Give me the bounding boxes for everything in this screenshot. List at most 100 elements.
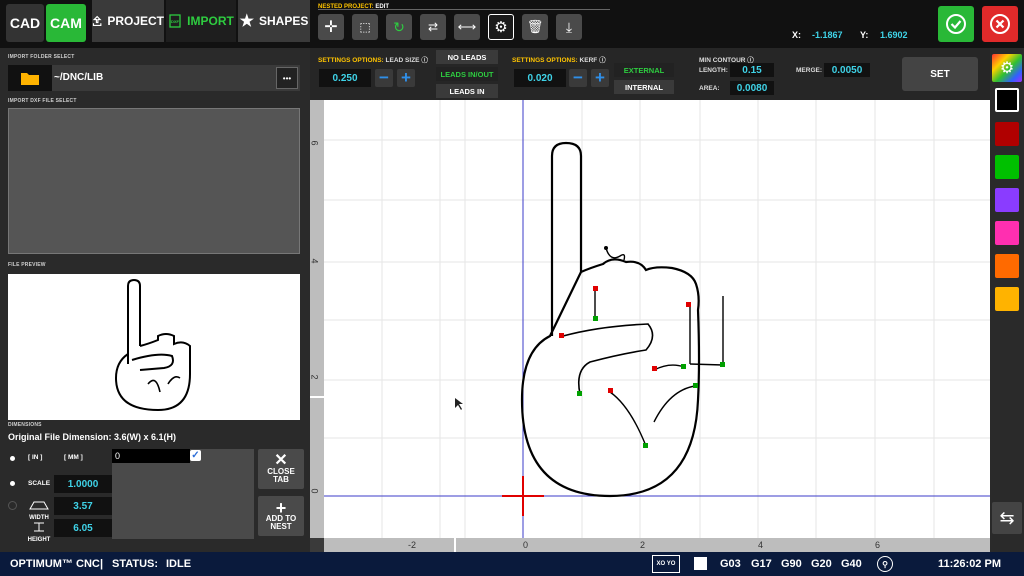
- cancel-button[interactable]: [982, 6, 1018, 42]
- tab-shapes[interactable]: ★ SHAPES: [238, 0, 310, 42]
- width-radio[interactable]: [8, 501, 17, 510]
- more-options-button[interactable]: •••: [276, 67, 298, 89]
- app-name: OPTIMUM™ CNC: [10, 558, 100, 570]
- kerf-increment-button[interactable]: +: [591, 68, 609, 87]
- minus-icon: −: [379, 68, 389, 87]
- folder-button[interactable]: [8, 65, 52, 91]
- plus-icon: +: [275, 498, 287, 518]
- width-input[interactable]: 3.57: [54, 497, 112, 515]
- download-button[interactable]: ⤓: [556, 14, 582, 40]
- lead-size-decrement-button[interactable]: −: [375, 68, 393, 87]
- leads-in-option[interactable]: LEADS IN: [436, 84, 498, 98]
- cam-mode-button[interactable]: CAM: [46, 4, 86, 42]
- gcode-g90: G90: [781, 558, 802, 570]
- close-tab-button[interactable]: ✕ CLOSE TAB: [258, 449, 304, 489]
- confirm-button[interactable]: [938, 6, 974, 42]
- color-swatch-pink[interactable]: [995, 221, 1019, 245]
- delete-button[interactable]: 🗑: [522, 14, 548, 40]
- y-tick-label: 4: [309, 258, 320, 264]
- kerf-decrement-button[interactable]: −: [569, 68, 587, 87]
- info-icon: ⓘ: [421, 57, 428, 64]
- add-part-button[interactable]: ✛: [318, 14, 344, 40]
- area-input[interactable]: 0.0080: [730, 81, 774, 95]
- color-swatch-yellow[interactable]: [995, 287, 1019, 311]
- dxf-file-list[interactable]: [8, 108, 300, 254]
- link-button[interactable]: ⇄: [420, 14, 446, 40]
- color-settings-button[interactable]: ⚙: [992, 54, 1022, 82]
- no-leads-option[interactable]: NO LEADS: [436, 50, 498, 64]
- gcode-g40: G40: [841, 558, 862, 570]
- x-coordinate-value: -1.1867: [812, 30, 843, 40]
- y-tick-label: 6: [309, 140, 320, 146]
- internal-option[interactable]: INTERNAL: [614, 80, 674, 94]
- kerf-options-prefix: SETTINGS OPTIONS:: [512, 57, 578, 64]
- cad-mode-button[interactable]: CAD: [6, 4, 44, 42]
- location-pin-icon[interactable]: ⚲: [877, 556, 893, 572]
- top-toolbar: CAD CAM PROJECT DXF IMPORT ★ SHAPES NEST…: [0, 0, 1024, 48]
- gear-icon: ⚙: [999, 60, 1015, 77]
- kerf-label: SETTINGS OPTIONS: KERF ⓘ: [512, 54, 606, 64]
- swap-arrows-icon: ⇆: [999, 507, 1015, 528]
- xoyo-zero-button[interactable]: XO YO: [652, 555, 680, 573]
- original-dimension: Original File Dimension: 3.6(W) x 6.1(H): [8, 432, 177, 442]
- color-swatch-black[interactable]: [995, 88, 1019, 112]
- tab-import[interactable]: DXF IMPORT: [166, 0, 236, 42]
- folder-path: ~/DNC/LIB: [54, 72, 104, 83]
- scale-radio[interactable]: [10, 481, 15, 486]
- merge-input[interactable]: 0.0050: [824, 63, 870, 77]
- tab-project-label: PROJECT: [107, 14, 164, 28]
- dimensions-label: DIMENSIONS: [8, 422, 42, 428]
- lead-size-input[interactable]: 0.250: [319, 69, 371, 87]
- close-x-icon: ✕: [274, 452, 288, 469]
- minus-icon: −: [573, 68, 583, 87]
- merge-label: MERGE:: [796, 67, 822, 74]
- x-tick-label: 4: [758, 540, 764, 550]
- area-label: AREA:: [699, 85, 720, 92]
- part-properties-button[interactable]: ⬚: [352, 14, 378, 40]
- download-icon: ⤓: [565, 18, 573, 35]
- check-circle-icon: [946, 14, 966, 34]
- color-swatch-orange[interactable]: [995, 254, 1019, 278]
- scale-input[interactable]: 1.0000: [54, 475, 112, 493]
- plus-icon: +: [595, 68, 605, 87]
- kerf-input[interactable]: 0.020: [514, 69, 566, 87]
- length-input[interactable]: 0.15: [730, 63, 774, 77]
- part-shapes-icon: ⬚: [359, 20, 371, 34]
- unit-in-label: [ IN ]: [28, 454, 43, 461]
- add-to-nest-button[interactable]: + ADD TO NEST: [258, 496, 304, 536]
- tab-shapes-label: SHAPES: [258, 14, 309, 28]
- swap-button[interactable]: ⇆: [992, 502, 1022, 534]
- settings-button[interactable]: ⚙: [488, 14, 514, 40]
- part-checkbox[interactable]: ✓: [190, 450, 201, 461]
- import-panel: IMPORT FOLDER SELECT ~/DNC/LIB ••• IMPOR…: [0, 48, 310, 552]
- x-tick-label: 2: [640, 540, 646, 550]
- x-ruler-marker: [454, 538, 456, 552]
- color-swatch-red[interactable]: [995, 122, 1019, 146]
- color-swatch-green[interactable]: [995, 155, 1019, 179]
- y-ruler: [310, 100, 324, 538]
- width-icon: [29, 501, 49, 510]
- file-preview-label: FILE PREVIEW: [8, 262, 46, 268]
- leads-inout-option[interactable]: LEADS IN/OUT: [436, 67, 498, 81]
- part-name-input[interactable]: 0: [112, 449, 190, 463]
- layer-color-bar: ⚙ ⇆: [990, 48, 1024, 552]
- canvas-drawing: [310, 100, 990, 552]
- color-swatch-purple[interactable]: [995, 188, 1019, 212]
- rotate-button[interactable]: ↻: [386, 14, 412, 40]
- set-button[interactable]: SET: [902, 57, 978, 91]
- unit-in-radio[interactable]: [10, 456, 15, 461]
- tab-project[interactable]: PROJECT: [92, 0, 164, 42]
- height-input[interactable]: 6.05: [54, 519, 112, 537]
- x-ruler: [324, 538, 990, 552]
- stop-square-icon[interactable]: [694, 557, 707, 570]
- folder-select-field[interactable]: ~/DNC/LIB •••: [8, 65, 300, 91]
- nest-canvas[interactable]: -2 0 2 4 6 0 2 4 6: [310, 100, 990, 552]
- spacing-button[interactable]: ⟷: [454, 14, 480, 40]
- status-separator: |: [100, 558, 104, 570]
- external-option[interactable]: EXTERNAL: [614, 63, 674, 77]
- tab-import-label: IMPORT: [187, 14, 234, 28]
- move-cross-icon: ✛: [324, 19, 338, 36]
- lead-size-increment-button[interactable]: +: [397, 68, 415, 87]
- unit-mm-label: [ MM ]: [64, 454, 83, 461]
- gcode-g03: G03: [720, 558, 741, 570]
